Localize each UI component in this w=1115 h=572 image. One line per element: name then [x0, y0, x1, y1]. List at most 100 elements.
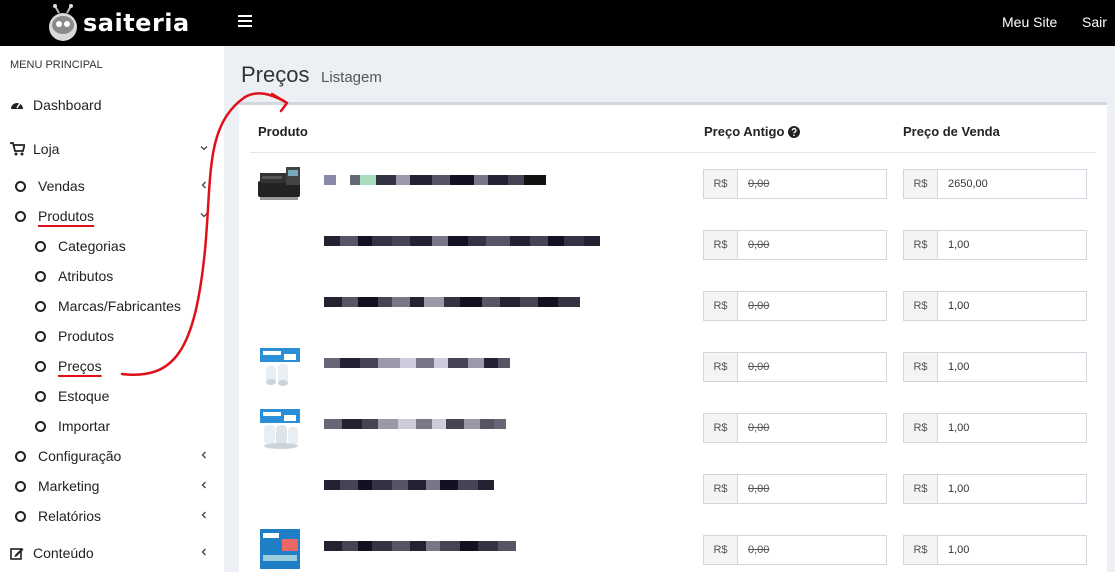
- currency-addon: R$: [904, 292, 938, 320]
- table-row: R$ 0,00 R$ 1,00: [250, 214, 1096, 275]
- circle-icon: [15, 450, 26, 462]
- old-price-input[interactable]: R$ 0,00: [703, 413, 887, 443]
- my-site-link[interactable]: Meu Site: [1002, 0, 1057, 46]
- circle-icon: [35, 360, 46, 372]
- product-thumbnail-box: [260, 529, 300, 569]
- product-name-pixelated: [324, 236, 600, 248]
- chevron-left-icon: [201, 481, 206, 489]
- old-price-input[interactable]: R$ 0,00: [703, 230, 887, 260]
- table-row: R$ 0,00 R$ 1,00: [250, 397, 1096, 458]
- product-name-pixelated: [324, 419, 506, 431]
- brand-name: saiteria: [83, 9, 190, 37]
- sale-price-input[interactable]: R$ 1,00: [903, 535, 1087, 565]
- old-price-input[interactable]: R$ 0,00: [703, 352, 887, 382]
- sidebar-item-loja[interactable]: Loja: [0, 136, 224, 162]
- currency-addon: R$: [704, 536, 738, 564]
- table-row: R$ 0,00 R$ 1,00: [250, 275, 1096, 336]
- currency-addon: R$: [904, 231, 938, 259]
- sale-price-input[interactable]: R$ 1,00: [903, 474, 1087, 504]
- sidebar-item-label: Atributos: [58, 268, 114, 284]
- product-name-pixelated: [324, 480, 494, 492]
- sale-price-value: 1,00: [948, 300, 970, 312]
- old-price-value: 0,00: [748, 544, 770, 556]
- old-price-value: 0,00: [748, 300, 770, 312]
- circle-icon: [35, 270, 46, 282]
- currency-addon: R$: [904, 170, 938, 198]
- sidebar-item-importar[interactable]: Importar: [0, 413, 224, 439]
- chevron-left-icon: [201, 181, 206, 189]
- chevron-left-icon: [201, 511, 206, 519]
- circle-icon: [15, 510, 26, 522]
- old-price-input[interactable]: R$ 0,00: [703, 535, 887, 565]
- currency-addon: R$: [904, 353, 938, 381]
- old-price-value: 0,00: [748, 361, 770, 373]
- circle-icon: [15, 210, 26, 222]
- sale-price-input[interactable]: R$ 1,00: [903, 352, 1087, 382]
- sidebar-item-vendas[interactable]: Vendas: [0, 173, 224, 199]
- brand-logo[interactable]: saiteria: [46, 2, 190, 44]
- product-name-pixelated: [324, 297, 580, 309]
- chevron-left-icon: [201, 548, 206, 556]
- sidebar-item-atributos[interactable]: Atributos: [0, 263, 224, 289]
- sidebar-item-label: Estoque: [58, 388, 110, 404]
- currency-addon: R$: [704, 292, 738, 320]
- old-price-input[interactable]: R$ 0,00: [703, 291, 887, 321]
- cart-icon: [10, 142, 25, 156]
- circle-icon: [35, 420, 46, 432]
- sidebar-item-conteudo[interactable]: Conteúdo: [0, 540, 224, 566]
- page-subtitle: Listagem: [321, 69, 382, 86]
- sale-price-input[interactable]: R$ 1,00: [903, 291, 1087, 321]
- currency-addon: R$: [704, 231, 738, 259]
- sidebar-item-precos[interactable]: Preços: [0, 353, 224, 379]
- currency-addon: R$: [704, 414, 738, 442]
- question-circle-icon[interactable]: [788, 125, 801, 138]
- old-price-value: 0,00: [748, 239, 770, 251]
- sidebar-item-estoque[interactable]: Estoque: [0, 383, 224, 409]
- circle-icon: [35, 240, 46, 252]
- circle-icon: [15, 480, 26, 492]
- product-thumbnail-scale: [258, 167, 300, 200]
- sidebar-item-configuracao[interactable]: Configuração: [0, 443, 224, 469]
- old-price-input[interactable]: R$ 0,00: [703, 474, 887, 504]
- logout-link[interactable]: Sair: [1082, 0, 1107, 46]
- sidebar-item-relatorios[interactable]: Relatórios: [0, 503, 224, 529]
- sale-price-value: 1,00: [948, 422, 970, 434]
- currency-addon: R$: [904, 414, 938, 442]
- sidebar-item-marcas[interactable]: Marcas/Fabricantes: [0, 293, 224, 319]
- sale-price-input[interactable]: R$ 1,00: [903, 230, 1087, 260]
- sidebar-item-label: Categorias: [58, 238, 126, 254]
- chevron-left-icon: [201, 451, 206, 459]
- sidebar-item-label: Relatórios: [38, 508, 102, 524]
- sidebar-item-label: Marketing: [38, 478, 100, 494]
- sidebar-item-label: Configuração: [38, 448, 122, 464]
- sale-price-input[interactable]: R$ 2650,00: [903, 169, 1087, 199]
- sale-price-value: 1,00: [948, 239, 970, 251]
- sidebar-item-label: Conteúdo: [33, 545, 94, 561]
- sidebar-item-produtos-list[interactable]: Produtos: [0, 323, 224, 349]
- old-price-input[interactable]: R$ 0,00: [703, 169, 887, 199]
- column-header-product: Produto: [258, 124, 308, 139]
- currency-addon: R$: [704, 475, 738, 503]
- sale-price-value: 1,00: [948, 361, 970, 373]
- sale-price-value: 1,00: [948, 544, 970, 556]
- sidebar-item-marketing[interactable]: Marketing: [0, 473, 224, 499]
- page-title: Preços: [241, 62, 310, 87]
- circle-icon: [35, 330, 46, 342]
- product-thumbnail-paper-rolls-pack: [260, 409, 300, 449]
- logo-mascot-icon: [49, 4, 77, 41]
- sidebar-toggle-icon[interactable]: [238, 15, 252, 27]
- sidebar-item-produtos[interactable]: Produtos: [0, 203, 224, 229]
- chevron-down-icon: [200, 213, 208, 218]
- sidebar-item-categorias[interactable]: Categorias: [0, 233, 224, 259]
- sale-price-input[interactable]: R$ 1,00: [903, 413, 1087, 443]
- table-row: R$ 0,00 R$ 1,00: [250, 519, 1096, 572]
- sidebar-item-dashboard[interactable]: Dashboard: [0, 92, 224, 118]
- currency-addon: R$: [904, 475, 938, 503]
- currency-addon: R$: [904, 536, 938, 564]
- sale-price-value: 2650,00: [948, 178, 988, 190]
- old-price-value: 0,00: [748, 422, 770, 434]
- old-price-value: 0,00: [748, 178, 770, 190]
- circle-icon: [35, 300, 46, 312]
- sale-price-value: 1,00: [948, 483, 970, 495]
- sidebar-item-label: Preços: [58, 358, 102, 374]
